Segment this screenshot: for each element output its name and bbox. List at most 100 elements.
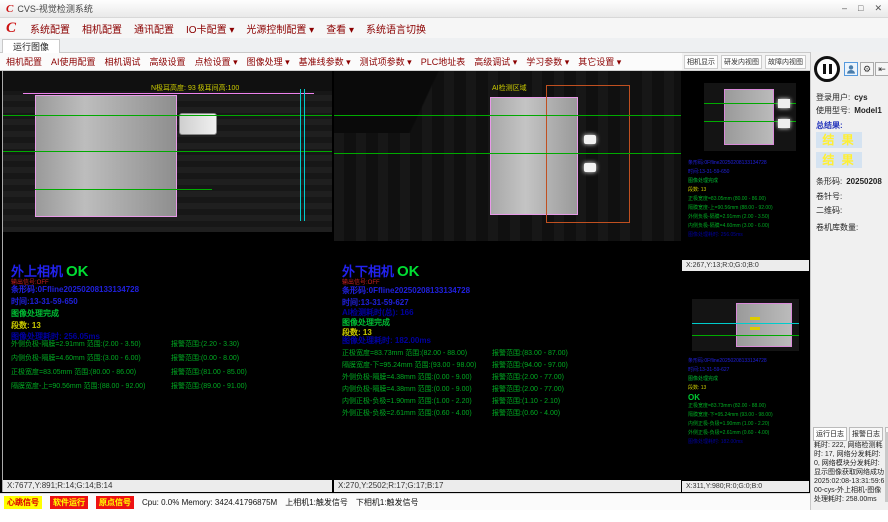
green-measure-line xyxy=(35,189,212,190)
camera-image-outer-lower: AI检测区域 xyxy=(334,71,681,241)
camera-image-outer-upper: N极耳高度: 93 极耳间高:100 xyxy=(3,71,332,232)
camera-view-outer-upper[interactable]: N极耳高度: 93 极耳间高:100 外上相机OK 输出信号:OFF 条形码:0… xyxy=(2,71,332,492)
barcode-line: 条形码:0Ffline20250208133134728 xyxy=(11,284,139,295)
menu-system-config[interactable]: 系统配置 xyxy=(30,21,70,36)
menu-language-switch[interactable]: 系统语言切换 xyxy=(366,21,426,36)
pixel-coords-readout: X:7677,Y:891;R:14;G:14;B:14 xyxy=(3,480,332,492)
thumb-text-row: 正极宽度=83.73mm (82.00 - 88.00) xyxy=(688,402,773,411)
lug-height-note: N极耳高度: 93 极耳间高:100 xyxy=(151,83,239,93)
barcode-value: 20250208 xyxy=(842,177,882,186)
alarm-range: 报警范围:(94.00 - 97.00) xyxy=(492,360,568,370)
cyan-guide-line xyxy=(692,323,799,324)
tool-ai-use-config[interactable]: AI使用配置 xyxy=(51,55,96,68)
menu-camera-config[interactable]: 相机配置 xyxy=(82,21,122,36)
tab-fault-view[interactable]: 故障内视图 xyxy=(765,55,806,69)
measurement-text: 内侧负极-隔膜=4.38mm 范围:(0.00 - 9.00) xyxy=(342,384,472,394)
lower-camera-trigger: 下相机1:触发信号 xyxy=(356,497,419,508)
thumb-text-row: 图像处理耗时: 256.05ms xyxy=(688,231,773,240)
tool-spot-check[interactable]: 点检设置 ▾ xyxy=(195,55,238,68)
measurement-text: 内侧正极-负极=1.90mm 范围:(1.00 - 2.20) xyxy=(342,396,472,406)
tab-camera-display[interactable]: 相机显示 xyxy=(684,55,718,69)
login-user-label: 登录用户: xyxy=(816,93,850,102)
tool-plc-address[interactable]: PLC地址表 xyxy=(421,55,466,68)
tab-dev-view[interactable]: 研发内视图 xyxy=(721,55,762,69)
total-result-label: 总结果: xyxy=(816,120,843,131)
settings-button[interactable]: ⚙ xyxy=(860,62,874,76)
model-row: 使用型号:Model1 xyxy=(816,105,882,116)
measurement-text: 内侧负极-隔膜=4.60mm 范围:(3.00 - 6.00) xyxy=(11,353,141,363)
model-label: 使用型号: xyxy=(816,106,850,115)
thumb-ok-label: OK xyxy=(688,393,773,402)
result-badge-1: 结 果 xyxy=(816,132,862,148)
thumb-text-row: 图像处理完成 xyxy=(688,177,773,186)
minimize-button[interactable]: – xyxy=(842,3,847,14)
menu-comm-config[interactable]: 通讯配置 xyxy=(134,21,174,36)
tool-test-params[interactable]: 测试项参数 ▾ xyxy=(360,55,412,68)
thumb-text-row: 隔膜宽度-上=90.56mm (88.00 - 92.00) xyxy=(688,204,773,213)
cpu-memory-readout: Cpu: 0.0% Memory: 3424.41796875M xyxy=(142,498,277,507)
toolbar: 相机配置 AI使用配置 相机调试 高级设置 点检设置 ▾ 图像处理 ▾ 基准线参… xyxy=(0,53,682,71)
model-value: Model1 xyxy=(850,106,882,115)
menu-view[interactable]: 查看 ▾ xyxy=(326,21,354,36)
measurement-text: 正极宽度=83.05mm 范围:(80.00 - 86.00) xyxy=(11,367,136,377)
alarm-range: 报警范围:(2.00 - 77.00) xyxy=(492,384,564,394)
tool-other-settings[interactable]: 其它设置 ▾ xyxy=(578,55,621,68)
right-panel: ⚙ ⇤ 登录用户:cys 使用型号:Model1 总结果: 结 果 结 果 条形… xyxy=(810,52,888,510)
cable-shadow xyxy=(334,71,484,133)
heartbeat-signal-badge: 心跳信号 xyxy=(4,496,42,509)
barcode-row: 条形码:20250208 xyxy=(816,176,882,187)
ai-detect-box xyxy=(546,85,630,223)
bright-spot xyxy=(778,119,790,128)
measurement-text: 外侧负极-隔膜=2.91mm 范围:(2.00 - 3.50) xyxy=(11,339,141,349)
tool-advanced-settings[interactable]: 高级设置 xyxy=(150,55,186,68)
exit-button[interactable]: ⇤ xyxy=(875,62,888,76)
thumb-view-inner-lower[interactable]: 条形码:0Ffline20250208133134728 时间:13-31-59… xyxy=(682,273,809,492)
brand-logo-icon: C xyxy=(6,20,16,37)
close-button[interactable]: ✕ xyxy=(874,3,882,14)
green-measure-line xyxy=(3,151,332,152)
green-measure-line xyxy=(334,115,681,116)
pixel-coords-readout: X:267,Y:13;R:0;G:0;B:0 xyxy=(682,260,809,271)
user-login-button[interactable] xyxy=(844,62,858,76)
tab-alarm-log[interactable]: 报警日志 xyxy=(849,427,883,441)
maximize-button[interactable]: □ xyxy=(858,3,863,14)
needle-row: 卷针号: xyxy=(816,191,842,202)
segment-count: 段数: 13 xyxy=(11,320,41,331)
bright-spot xyxy=(584,135,596,144)
gear-icon: ⚙ xyxy=(863,64,871,75)
thumb-text-row: 时间:13-31-59-627 xyxy=(688,366,773,375)
alarm-range: 报警范围:(81.00 - 85.00) xyxy=(171,367,247,377)
cyan-edge-lines xyxy=(300,89,305,221)
user-icon xyxy=(846,64,856,74)
log-tabs: 运行日志 报警日志 错误日志 xyxy=(813,427,888,441)
pixel-coords-readout: X:311,Y:980;R:0;G:0;B:0 xyxy=(682,481,809,492)
thumb-text-block: 条形码:0Ffline20250208133134728 时间:13-31-59… xyxy=(688,357,773,447)
tool-camera-config[interactable]: 相机配置 xyxy=(6,55,42,68)
camera-view-outer-lower[interactable]: AI检测区域 外下相机OK 输出信号:OFF 条形码:0Ffline202502… xyxy=(334,71,681,492)
tool-image-processing[interactable]: 图像处理 ▾ xyxy=(247,55,290,68)
tool-camera-debug[interactable]: 相机调试 xyxy=(105,55,141,68)
tab-lug-blob xyxy=(179,113,217,135)
title-bar: C CVS-视觉检测系统 – □ ✕ xyxy=(0,0,888,18)
upper-camera-trigger: 上相机1:触发信号 xyxy=(285,497,348,508)
tab-run-log[interactable]: 运行日志 xyxy=(813,427,847,441)
barcode-label: 条形码: xyxy=(816,177,842,186)
pause-button[interactable] xyxy=(814,56,840,82)
stock-count-row: 卷机库数量: xyxy=(816,222,858,233)
thumb-view-inner-upper[interactable]: 条形码:0Ffline20250208133134728 时间:13-31-59… xyxy=(682,71,809,271)
tool-learning-params[interactable]: 学习参数 ▾ xyxy=(526,55,569,68)
green-measure-line xyxy=(692,335,799,336)
tool-advanced-debug[interactable]: 高级调试 ▾ xyxy=(474,55,517,68)
menu-light-config[interactable]: 光源控制配置 ▾ xyxy=(246,21,314,36)
tab-run-image[interactable]: 运行图像 xyxy=(2,39,60,53)
pause-icon xyxy=(829,64,832,74)
qr-row: 二维码: xyxy=(816,205,842,216)
tool-baseline-params[interactable]: 基准线参数 ▾ xyxy=(299,55,351,68)
alarm-range: 报警范围:(2.20 - 3.30) xyxy=(171,339,239,349)
result-ok-label: OK xyxy=(66,263,89,280)
thumb-image xyxy=(704,83,796,151)
yellow-marker xyxy=(750,327,760,330)
thumb-text-row: 时间:13-31-59-650 xyxy=(688,168,773,177)
menu-io-config[interactable]: IO卡配置 ▾ xyxy=(186,21,234,36)
measurement-text: 正极宽度=83.73mm 范围:(82.00 - 88.00) xyxy=(342,348,467,358)
